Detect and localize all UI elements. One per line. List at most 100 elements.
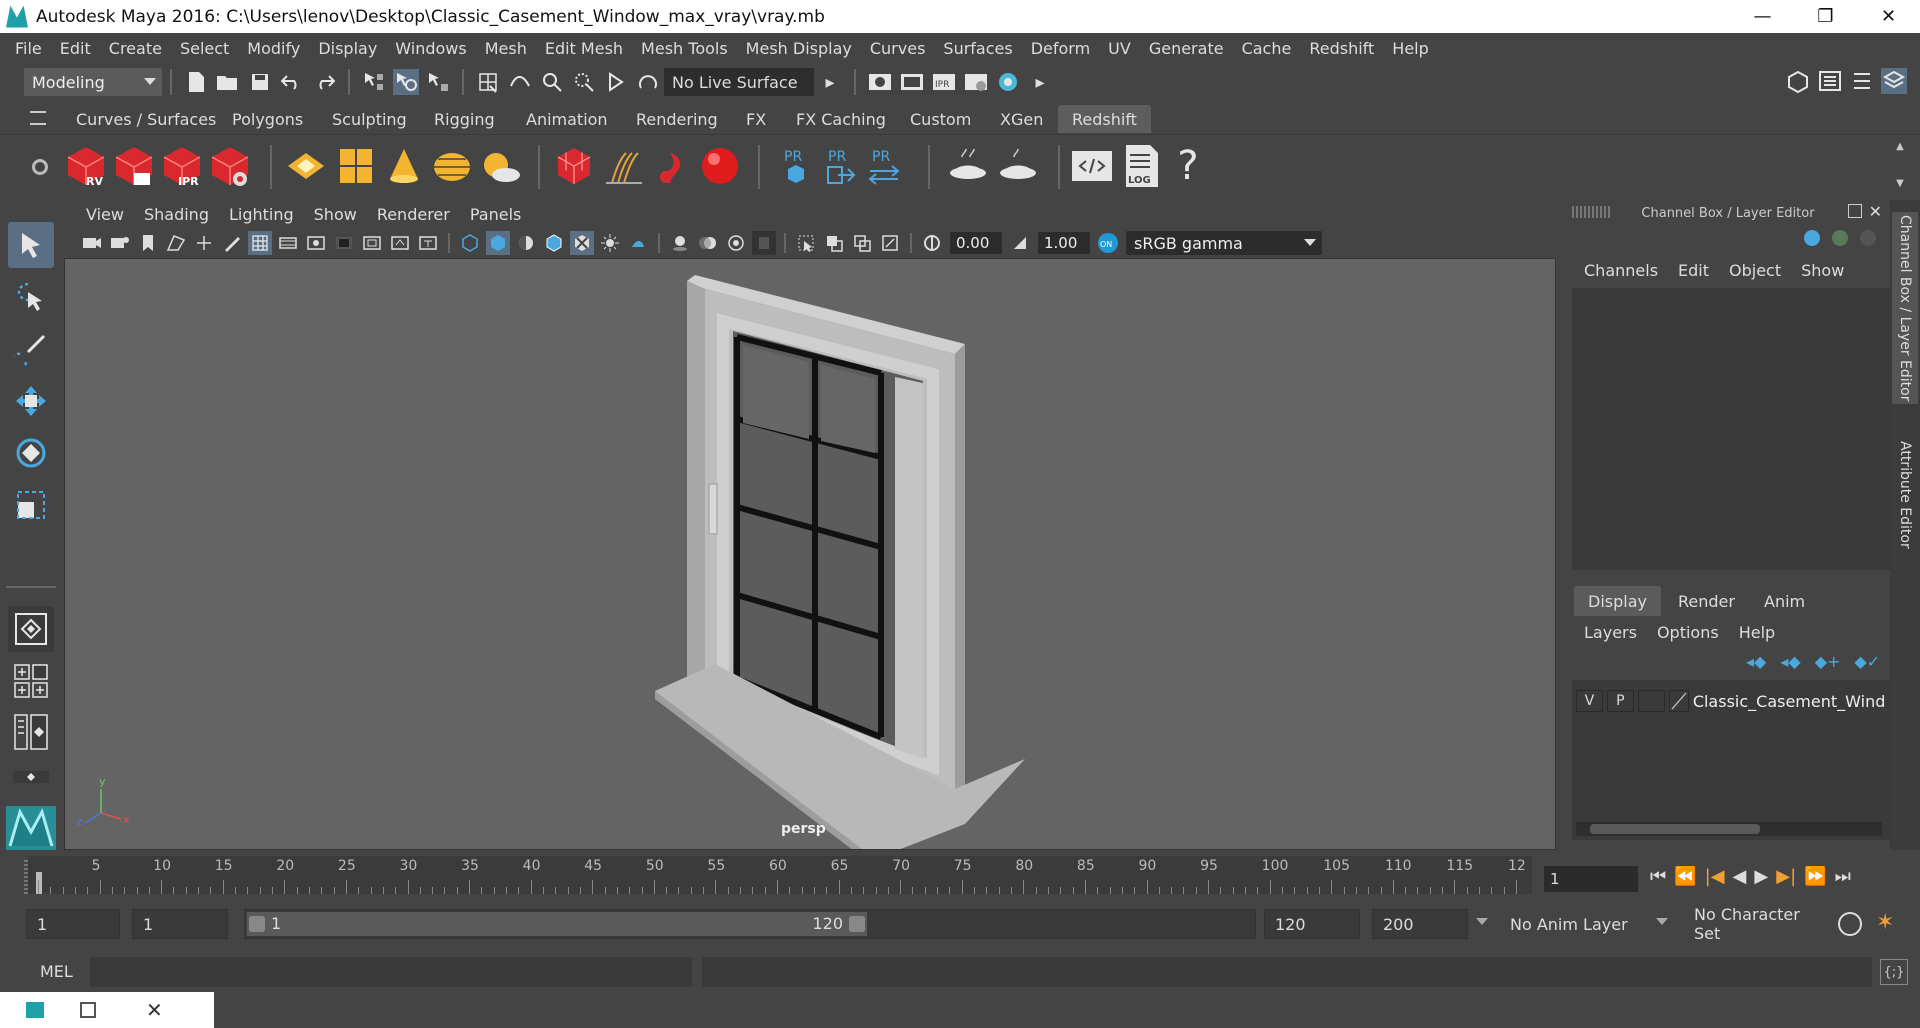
redshift-log-icon[interactable]: LOG [1120, 143, 1164, 189]
minimized-window-tile[interactable]: ✕ [0, 992, 214, 1028]
channel-box-menu-edit[interactable]: Edit [1668, 261, 1719, 280]
select-tool-icon[interactable] [8, 222, 54, 268]
exposure-field[interactable]: 0.00 [950, 232, 1002, 254]
grid-icon[interactable] [248, 231, 272, 255]
hypershade-icon[interactable] [995, 69, 1021, 95]
layer-playback-toggle[interactable]: P [1606, 690, 1634, 712]
lasso-tool-icon[interactable] [8, 274, 54, 320]
play-forward-icon[interactable]: ▶ [1754, 866, 1768, 887]
channel-box-menu-object[interactable]: Object [1719, 261, 1791, 280]
menu-create[interactable]: Create [100, 39, 171, 58]
motion-blur-icon[interactable] [696, 231, 720, 255]
move-layer-up-icon[interactable]: ◂◆ [1746, 652, 1766, 671]
close-panel-icon[interactable]: ✕ [1869, 202, 1882, 221]
magnet-icon[interactable] [635, 69, 661, 95]
menu-windows[interactable]: Windows [386, 39, 475, 58]
float-panel-icon[interactable] [1848, 204, 1862, 218]
layer-visibility-toggle[interactable]: V [1576, 690, 1603, 712]
viewport-menu-shading[interactable]: Shading [134, 205, 219, 224]
menu-redshift[interactable]: Redshift [1300, 39, 1383, 58]
channel-box-menu-channels[interactable]: Channels [1574, 261, 1668, 280]
layer-tab-anim[interactable]: Anim [1750, 586, 1819, 616]
menu-mesh-display[interactable]: Mesh Display [737, 39, 861, 58]
channel-box-menu-show[interactable]: Show [1791, 261, 1854, 280]
current-time-marker[interactable] [36, 872, 42, 894]
viewport-menu-panels[interactable]: Panels [460, 205, 532, 224]
channel-box-blue-icon[interactable] [1804, 230, 1820, 246]
lights-icon[interactable] [598, 231, 622, 255]
paint-select-tool-icon[interactable] [8, 326, 54, 372]
tool-settings-icon[interactable] [1849, 68, 1875, 94]
resolution-gate-icon[interactable] [304, 231, 328, 255]
redshift-ipr-icon[interactable]: IPR [160, 143, 204, 189]
viewport-menu-lighting[interactable]: Lighting [219, 205, 304, 224]
chevron-up-icon[interactable]: ▲ [1896, 141, 1904, 152]
tab-rigging[interactable]: Rigging [420, 105, 509, 133]
menu-mesh-tools[interactable]: Mesh Tools [632, 39, 737, 58]
layer-display-type-toggle[interactable] [1637, 690, 1665, 712]
ipr-render-icon[interactable]: IPR [931, 69, 957, 95]
menu-edit[interactable]: Edit [51, 39, 100, 58]
menu-set-dropdown[interactable]: Modeling [24, 68, 162, 96]
menu-surfaces[interactable]: Surfaces [934, 39, 1021, 58]
anim-layer-dropdown[interactable]: No Anim Layer [1500, 909, 1658, 939]
layer-menu-options[interactable]: Options [1647, 623, 1729, 642]
side-tab-channel-box[interactable]: Channel Box / Layer Editor [1892, 212, 1918, 404]
menu-modify[interactable]: Modify [238, 39, 309, 58]
tab-sculpting[interactable]: Sculpting [318, 105, 421, 133]
layer-color-swatch[interactable] [1668, 690, 1689, 712]
single-perspective-layout-icon[interactable] [8, 606, 54, 652]
redshift-pr-swap-icon[interactable]: PR [862, 143, 906, 189]
tab-polygons[interactable]: Polygons [218, 105, 317, 133]
layer-menu-help[interactable]: Help [1729, 623, 1785, 642]
layer-scrollbar[interactable] [1576, 822, 1882, 836]
redshift-proxy-icon[interactable] [552, 143, 596, 189]
redshift-hair-icon[interactable] [602, 143, 646, 189]
shelf-settings-gear-icon[interactable] [32, 159, 48, 175]
menu-edit-mesh[interactable]: Edit Mesh [536, 39, 632, 58]
viewport-menu-show[interactable]: Show [304, 205, 367, 224]
channel-box-grey-icon[interactable] [1860, 230, 1876, 246]
menu-help[interactable]: Help [1383, 39, 1437, 58]
xray-icon[interactable] [570, 231, 594, 255]
go-to-end-icon[interactable]: ⏭ [1835, 866, 1851, 887]
timeline-track[interactable]: 5 10 15 20 25 30 35 40 45 50 55 60 65 70 75 80 85 90 95 100… [28, 856, 1532, 894]
redshift-code-icon[interactable] [1070, 143, 1114, 189]
shelf-menu-icon[interactable] [30, 111, 46, 125]
move-tool-icon[interactable] [8, 378, 54, 424]
tab-fx-caching[interactable]: FX Caching [782, 105, 900, 133]
layer-menu-layers[interactable]: Layers [1574, 623, 1647, 642]
redshift-baking-icon[interactable] [946, 143, 990, 189]
chevron-down-icon[interactable]: ▼ [1896, 178, 1904, 189]
gate-mask-icon[interactable] [332, 231, 356, 255]
redshift-baking-options-icon[interactable] [996, 143, 1040, 189]
field-chart-icon[interactable] [360, 231, 384, 255]
snap-to-curve-icon[interactable] [507, 69, 533, 95]
xray-joints-icon[interactable] [822, 231, 846, 255]
undo-icon[interactable] [279, 69, 305, 95]
safe-action-icon[interactable] [388, 231, 412, 255]
playback-end-field[interactable]: 120 [1264, 909, 1360, 939]
menu-deform[interactable]: Deform [1022, 39, 1099, 58]
smooth-shade-icon[interactable] [486, 231, 510, 255]
isolate-select-icon[interactable] [794, 231, 818, 255]
chevron-right-icon[interactable]: ▸ [817, 69, 843, 95]
camera-attributes-icon[interactable] [108, 231, 132, 255]
shadows-icon[interactable] [626, 231, 650, 255]
snap-to-view-plane-icon[interactable] [571, 69, 597, 95]
menu-uv[interactable]: UV [1099, 39, 1140, 58]
redshift-dome-light-icon[interactable] [430, 143, 474, 189]
close-button[interactable]: ✕ [1857, 0, 1920, 33]
new-layer-selected-icon[interactable]: ◆✓ [1854, 652, 1880, 671]
scene-start-field[interactable]: 1 [26, 909, 120, 939]
redshift-pr-export-icon[interactable]: PR [818, 143, 862, 189]
render-view-icon[interactable] [867, 69, 893, 95]
depth-of-field-icon[interactable] [752, 231, 776, 255]
wireframe-icon[interactable] [458, 231, 482, 255]
use-default-material-icon[interactable] [514, 231, 538, 255]
go-to-start-icon[interactable]: ⏮ [1650, 866, 1666, 887]
move-layer-down-icon[interactable]: ◂◆ [1780, 652, 1800, 671]
redo-icon[interactable] [311, 69, 337, 95]
xray-active-components-icon[interactable] [850, 231, 874, 255]
two-d-pan-icon[interactable] [192, 231, 216, 255]
